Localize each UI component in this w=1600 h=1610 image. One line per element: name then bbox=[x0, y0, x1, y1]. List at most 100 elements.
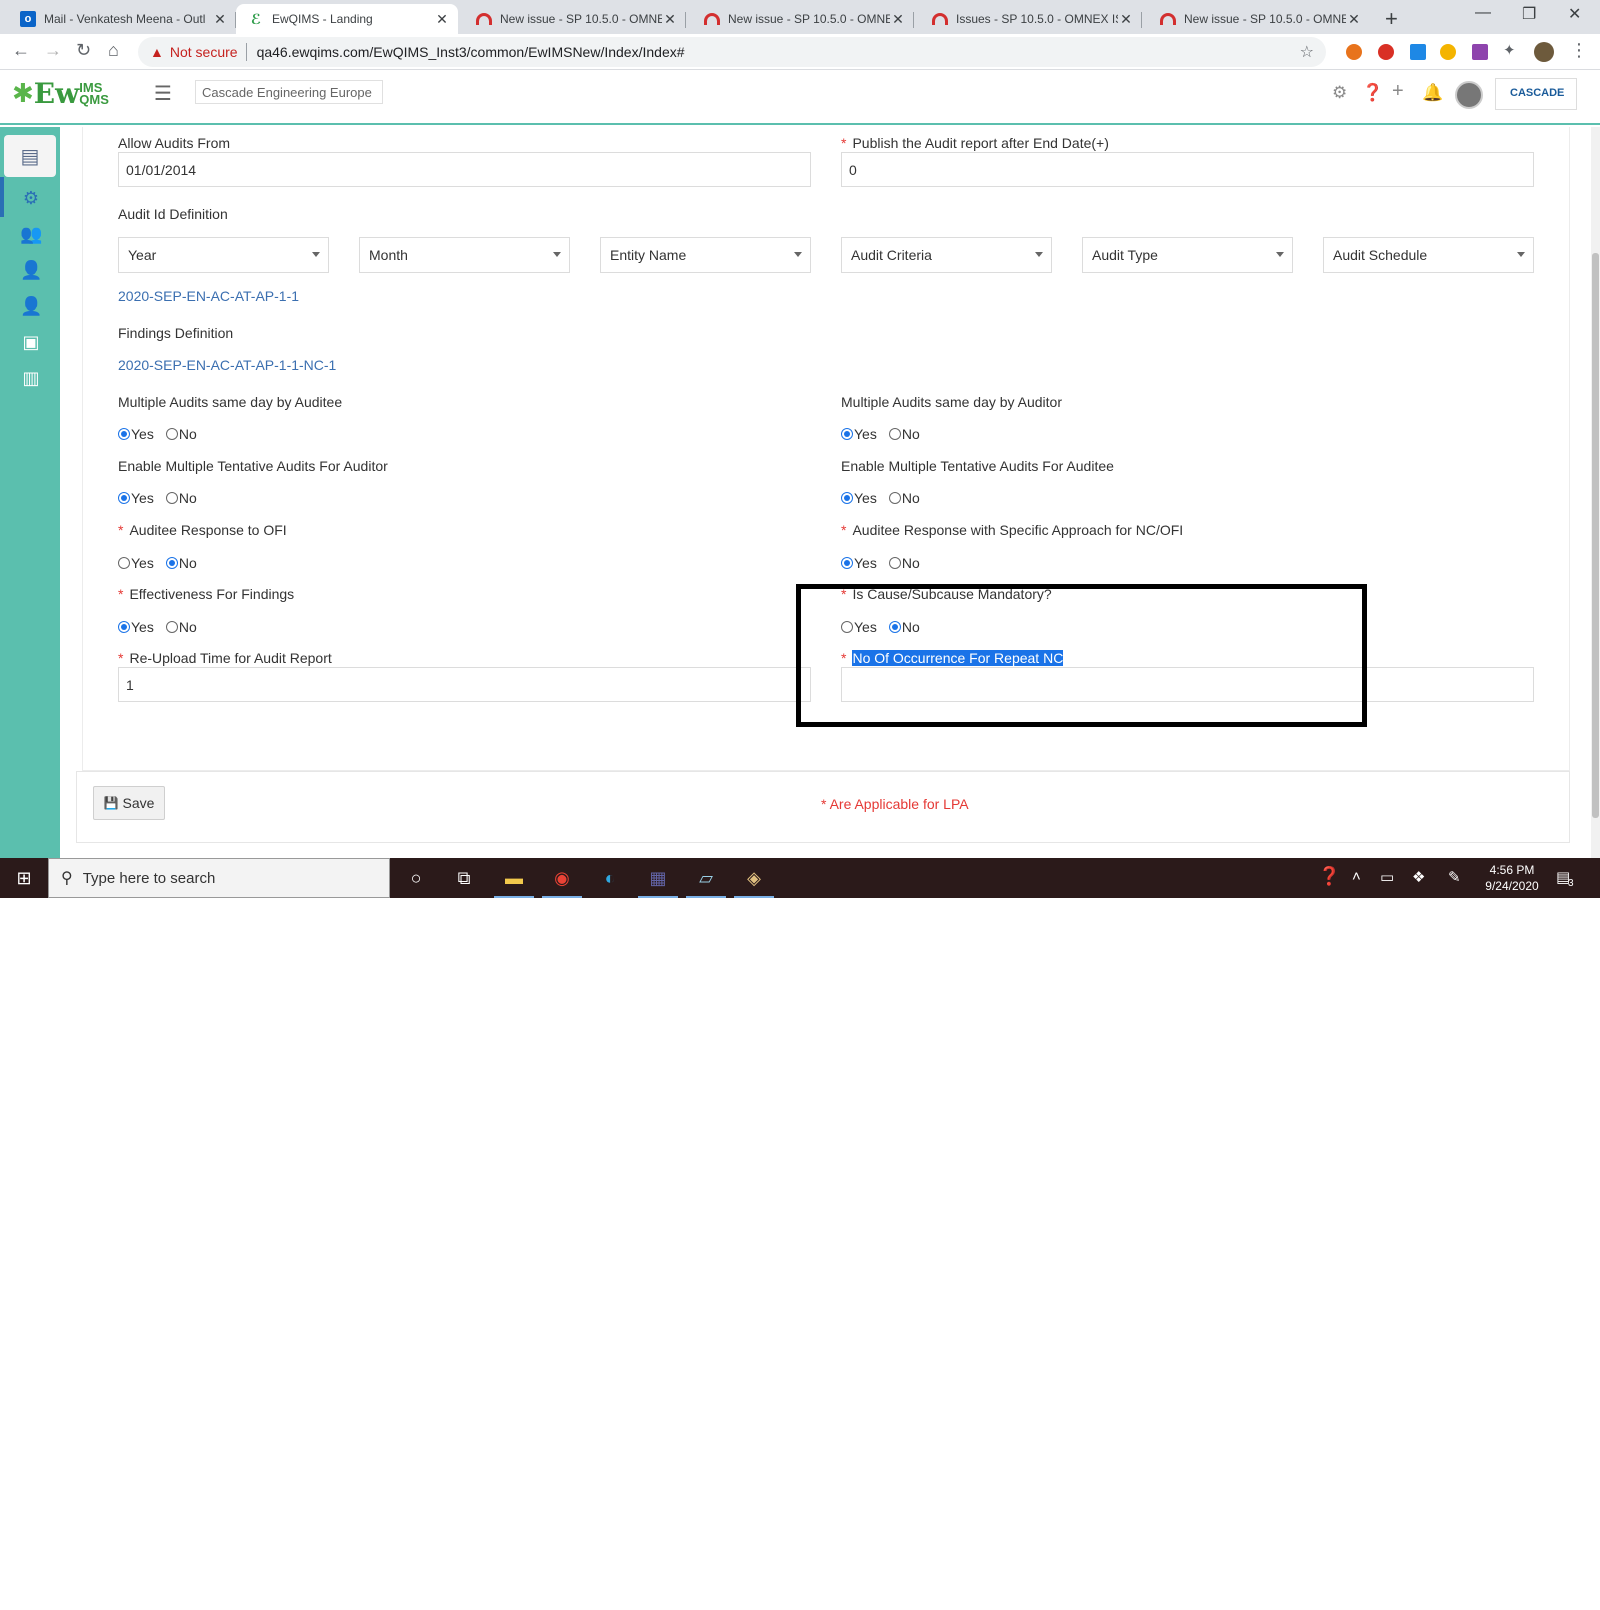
caret-down-icon bbox=[1035, 252, 1043, 257]
audit-id-select-3[interactable]: Entity Name bbox=[600, 237, 811, 273]
allow-audits-input[interactable]: 01/01/2014 bbox=[118, 152, 811, 187]
save-button[interactable]: 💾 Save bbox=[93, 786, 165, 820]
tab-new-issue-1[interactable]: New issue - SP 10.5.0 - OMNEX ✕ bbox=[464, 4, 686, 34]
audit-id-select-1[interactable]: Year bbox=[118, 237, 329, 273]
minimize-icon[interactable]: — bbox=[1475, 4, 1491, 22]
reload-icon[interactable]: ↻ bbox=[76, 40, 91, 61]
pen-icon[interactable]: ✎ bbox=[1448, 868, 1461, 886]
extension-yellow-icon[interactable] bbox=[1440, 44, 1456, 60]
not-secure-label[interactable]: Not secure bbox=[170, 44, 238, 60]
user-check-icon[interactable]: 👤 bbox=[20, 295, 42, 317]
close-icon[interactable]: ✕ bbox=[212, 11, 228, 28]
hamburger-menu-icon[interactable]: ☰ bbox=[154, 81, 172, 106]
windows-start-icon[interactable]: ⊞ bbox=[0, 858, 48, 898]
user-settings-icon[interactable]: 👤 bbox=[20, 259, 42, 281]
form-footer: 💾 Save * Are Applicable for LPA bbox=[76, 771, 1570, 843]
extension-pen-icon[interactable] bbox=[1472, 44, 1488, 60]
back-icon[interactable]: ← bbox=[12, 40, 30, 61]
task-view-icon[interactable]: ⧉ bbox=[452, 866, 476, 890]
multi-auditor-yes-radio[interactable] bbox=[841, 428, 853, 440]
chrome-icon[interactable]: ◉ bbox=[550, 866, 574, 890]
multi-auditee-no-radio[interactable] bbox=[165, 428, 178, 440]
browser-toolbar: ← → ↻ ⌂ ▲ Not secure qa46.ewqims.com/EwQ… bbox=[0, 34, 1600, 70]
tab-ewqims[interactable]: ℰ EwQIMS - Landing ✕ bbox=[236, 4, 458, 34]
specific-approach-yes-radio[interactable] bbox=[841, 557, 853, 569]
settings-gear-icon[interactable]: ⚙ bbox=[20, 187, 42, 209]
forward-icon[interactable]: → bbox=[44, 40, 62, 61]
address-bar[interactable]: ▲ Not secure qa46.ewqims.com/EwQIMS_Inst… bbox=[138, 37, 1326, 67]
home-icon[interactable]: ⌂ bbox=[108, 40, 119, 61]
extension-opera-icon[interactable] bbox=[1378, 44, 1394, 60]
tab-mail[interactable]: o Mail - Venkatesh Meena - Outl ✕ bbox=[8, 4, 236, 34]
scrollbar-thumb[interactable] bbox=[1592, 253, 1599, 818]
menu-kebab-icon[interactable]: ⋮ bbox=[1570, 40, 1588, 61]
tentative-auditor-no-radio[interactable] bbox=[165, 492, 178, 504]
tentative-auditee-yes-radio[interactable] bbox=[841, 492, 853, 504]
allow-audits-label: Allow Audits From bbox=[118, 135, 231, 151]
effectiveness-no-radio[interactable] bbox=[165, 621, 178, 633]
ofi-radio-group: Yes No bbox=[118, 555, 197, 571]
user-avatar[interactable] bbox=[1455, 81, 1483, 109]
effectiveness-yes-radio[interactable] bbox=[118, 621, 130, 633]
multi-auditee-yes-radio[interactable] bbox=[118, 428, 130, 440]
tab-new-issue-3[interactable]: New issue - SP 10.5.0 - OMNEX ✕ bbox=[1148, 4, 1370, 34]
help-tray-icon[interactable]: ❓ bbox=[1318, 866, 1340, 887]
caret-down-icon bbox=[794, 252, 802, 257]
close-icon[interactable]: ✕ bbox=[662, 11, 678, 28]
url-text[interactable]: qa46.ewqims.com/EwQIMS_Inst3/common/EwIM… bbox=[257, 44, 685, 60]
tab-issues[interactable]: Issues - SP 10.5.0 - OMNEX ISS ✕ bbox=[920, 4, 1142, 34]
audit-id-select-2[interactable]: Month bbox=[359, 237, 570, 273]
add-icon[interactable]: + bbox=[1392, 80, 1404, 103]
close-icon[interactable]: ✕ bbox=[890, 11, 906, 28]
close-window-icon[interactable]: ✕ bbox=[1568, 4, 1581, 24]
file-explorer-icon[interactable]: ▬ bbox=[502, 866, 526, 890]
omnex-icon bbox=[1160, 13, 1176, 25]
close-icon[interactable]: ✕ bbox=[1118, 11, 1134, 28]
main-content: Allow Audits From 01/01/2014 * Publish th… bbox=[60, 127, 1600, 858]
notepad-icon[interactable]: ▱ bbox=[694, 866, 718, 890]
publish-input[interactable]: 0 bbox=[841, 152, 1534, 187]
multi-auditor-no-radio[interactable] bbox=[888, 428, 901, 440]
system-clock[interactable]: 4:56 PM 9/24/2020 bbox=[1482, 862, 1542, 894]
specific-approach-no-radio[interactable] bbox=[888, 557, 901, 569]
building-icon[interactable]: ▥ bbox=[20, 367, 42, 389]
ofi-yes-radio[interactable] bbox=[118, 557, 130, 569]
ofi-no-radio[interactable] bbox=[165, 557, 178, 569]
presenter-icon[interactable]: ▣ bbox=[20, 331, 42, 353]
ewims-logo[interactable]: ✱ Ew IMS QMS bbox=[12, 77, 109, 110]
edge-icon[interactable]: ◐ bbox=[598, 866, 622, 890]
dropbox-icon[interactable]: ❖ bbox=[1412, 868, 1425, 886]
cortana-icon[interactable]: ○ bbox=[404, 866, 428, 890]
tentative-auditee-no-radio[interactable] bbox=[888, 492, 901, 504]
profile-avatar[interactable] bbox=[1534, 42, 1554, 62]
bookmark-star-icon[interactable]: ☆ bbox=[1300, 42, 1314, 62]
tentative-auditor-yes-radio[interactable] bbox=[118, 492, 130, 504]
taskbar-search[interactable]: ⚲ Type here to search bbox=[48, 858, 390, 898]
company-selector[interactable]: Cascade Engineering Europe bbox=[195, 80, 383, 104]
reupload-input[interactable]: 1 bbox=[118, 667, 811, 702]
audit-id-select-6[interactable]: Audit Schedule bbox=[1323, 237, 1534, 273]
audit-id-select-4[interactable]: Audit Criteria bbox=[841, 237, 1052, 273]
extension-flame-icon[interactable] bbox=[1346, 44, 1362, 60]
users-group-icon[interactable]: 👥 bbox=[20, 223, 42, 245]
tentative-auditor-radio-group: Yes No bbox=[118, 490, 197, 506]
audit-module-icon[interactable]: ▤ bbox=[4, 135, 56, 177]
omnex-icon bbox=[932, 13, 948, 25]
notification-bell-icon[interactable]: 🔔 bbox=[1422, 83, 1443, 103]
close-icon[interactable]: ✕ bbox=[1346, 11, 1362, 28]
tray-overflow-icon[interactable]: ˄ bbox=[1352, 868, 1361, 885]
tab-new-issue-2[interactable]: New issue - SP 10.5.0 - OMNEX ✕ bbox=[692, 4, 914, 34]
audit-id-select-5[interactable]: Audit Type bbox=[1082, 237, 1293, 273]
battery-icon[interactable]: ▭ bbox=[1380, 868, 1394, 886]
help-icon[interactable]: ❓ bbox=[1362, 83, 1383, 103]
teams-icon[interactable]: ▦ bbox=[646, 866, 670, 890]
extension-windows-icon[interactable] bbox=[1410, 44, 1426, 60]
new-tab-button[interactable]: + bbox=[1385, 6, 1398, 32]
paint-icon[interactable]: ◈ bbox=[742, 866, 766, 890]
extensions-puzzle-icon[interactable]: ✦ bbox=[1503, 41, 1516, 59]
close-icon[interactable]: ✕ bbox=[434, 11, 450, 28]
restore-icon[interactable]: ❐ bbox=[1522, 4, 1536, 24]
settings-gear-icon[interactable]: ⚙ bbox=[1332, 83, 1347, 103]
page-scrollbar[interactable] bbox=[1591, 127, 1600, 858]
lpa-note: * Are Applicable for LPA bbox=[821, 796, 969, 812]
